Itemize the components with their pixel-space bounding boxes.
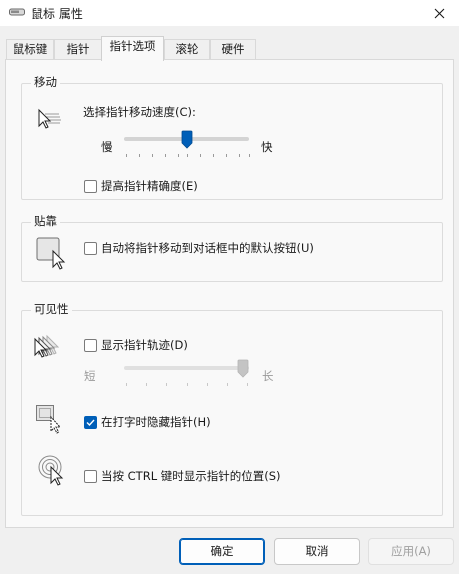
tick [152, 154, 153, 157]
tick [126, 383, 127, 386]
tick [247, 383, 248, 386]
visibility-group: 可见性 显示指针轨迹(D) 短 长 在打字时隐藏指针(H) 当按 CTRL 键时… [21, 302, 443, 516]
show-location-label[interactable]: 当按 CTRL 键时显示指针的位置(S) [101, 469, 281, 484]
tab-pointer-options[interactable]: 指针选项 [101, 36, 164, 61]
motion-group-label: 移动 [31, 75, 60, 90]
tick [226, 154, 227, 157]
tick [249, 154, 250, 157]
enhance-precision-checkbox[interactable] [84, 180, 97, 193]
title-bar: 鼠标 属性 [0, 0, 459, 26]
tick [126, 154, 127, 157]
pointer-speed-icon [38, 108, 61, 129]
pointer-trails-label[interactable]: 显示指针轨迹(D) [101, 338, 188, 353]
tick [166, 383, 167, 386]
pointer-location-icon [38, 455, 64, 486]
tab-hardware[interactable]: 硬件 [210, 39, 256, 60]
tick [187, 383, 188, 386]
long-label: 长 [262, 369, 274, 383]
hide-while-typing-label[interactable]: 在打字时隐藏指针(H) [101, 415, 211, 430]
snap-to-button-icon [36, 237, 66, 270]
speed-slider-thumb[interactable] [181, 130, 193, 149]
tab-mouse-buttons[interactable]: 鼠标键 [6, 39, 54, 60]
tab-bar: 鼠标键 指针 指针选项 滚轮 硬件 [0, 36, 459, 61]
checkmark-icon [86, 419, 95, 427]
tab-panel: 移动 选择指针移动速度(C): 慢 快 提高指针精确度(E) 贴靠 自动将指针移… [5, 59, 454, 528]
tick [227, 383, 228, 386]
auto-move-checkbox[interactable] [84, 242, 97, 255]
tab-wheel[interactable]: 滚轮 [164, 39, 210, 60]
tab-pointers[interactable]: 指针 [54, 39, 102, 60]
tick [187, 154, 188, 157]
tick [146, 383, 147, 386]
tick [139, 154, 140, 157]
tick [239, 154, 240, 157]
ok-button[interactable]: 确定 [179, 538, 265, 565]
pointer-trails-icon [34, 334, 60, 358]
auto-move-label[interactable]: 自动将指针移动到对话框中的默认按钮(U) [101, 241, 314, 256]
tick [165, 154, 166, 157]
short-label: 短 [84, 369, 96, 383]
fast-label: 快 [261, 140, 273, 154]
enhance-precision-label[interactable]: 提高指针精确度(E) [101, 179, 198, 194]
window-title: 鼠标 属性 [31, 7, 83, 21]
hide-while-typing-checkbox[interactable] [84, 416, 97, 429]
close-icon [434, 8, 444, 18]
snap-to-group-label: 贴靠 [31, 214, 60, 229]
show-location-checkbox[interactable] [84, 470, 97, 483]
trail-slider-track [124, 366, 249, 370]
slow-label: 慢 [101, 140, 113, 154]
tick [207, 383, 208, 386]
trail-slider-thumb[interactable] [237, 359, 249, 378]
hide-pointer-icon [36, 405, 62, 434]
snap-to-group: 贴靠 自动将指针移动到对话框中的默认按钮(U) [21, 214, 443, 282]
visibility-group-label: 可见性 [31, 302, 72, 317]
apply-button[interactable]: 应用(A) [368, 538, 454, 565]
pointer-trails-checkbox[interactable] [84, 339, 97, 352]
cancel-button[interactable]: 取消 [274, 538, 360, 565]
tick [178, 154, 179, 157]
close-button[interactable] [419, 0, 459, 26]
tick [213, 154, 214, 157]
mouse-app-icon [9, 8, 25, 16]
motion-group: 移动 选择指针移动速度(C): 慢 快 提高指针精确度(E) [21, 75, 443, 200]
tick [200, 154, 201, 157]
speed-label: 选择指针移动速度(C): [83, 105, 196, 119]
